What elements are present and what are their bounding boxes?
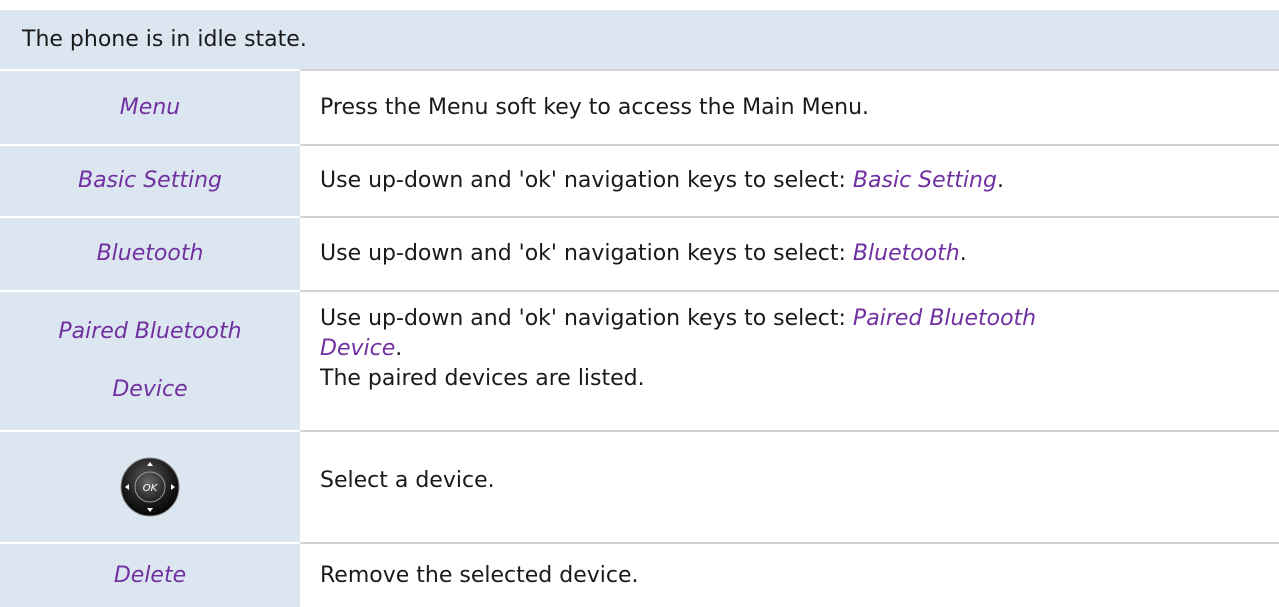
step-key-label: Paired Bluetooth Device bbox=[58, 303, 241, 419]
step-description: Select a device. bbox=[320, 468, 495, 493]
step-key-cell: Paired Bluetooth Device bbox=[0, 290, 300, 430]
step-description-text: Use up-down and 'ok' navigation keys to … bbox=[320, 168, 853, 193]
step-description-text: Use up-down and 'ok' navigation keys to … bbox=[320, 306, 853, 331]
step-description-cell: Select a device. bbox=[300, 430, 1279, 542]
step-description: Use up-down and 'ok' navigation keys to … bbox=[320, 166, 1279, 196]
step-key-cell: Delete bbox=[0, 542, 300, 607]
step-description-cell: Use up-down and 'ok' navigation keys to … bbox=[300, 216, 1279, 290]
step-description-suffix: . bbox=[395, 336, 403, 361]
step-keyword: Bluetooth bbox=[852, 241, 960, 266]
step-description-cell: Use up-down and 'ok' navigation keys to … bbox=[300, 290, 1279, 430]
step-description: Press the Menu soft key to access the Ma… bbox=[320, 94, 870, 120]
table-row: Basic Setting Use up-down and 'ok' navig… bbox=[0, 144, 1279, 216]
ok-navigation-key-icon: OK bbox=[120, 457, 180, 517]
step-key-label: Bluetooth bbox=[96, 241, 204, 266]
table-row: Bluetooth Use up-down and 'ok' navigatio… bbox=[0, 216, 1279, 290]
step-key-cell: OK bbox=[0, 430, 300, 542]
step-keyword: Paired Bluetooth bbox=[852, 306, 1037, 331]
instruction-table: The phone is in idle state. Menu Press t… bbox=[0, 0, 1279, 607]
step-description-suffix: . bbox=[959, 241, 967, 266]
step-keyword: Basic Setting bbox=[852, 168, 997, 193]
step-description-text: Use up-down and 'ok' navigation keys to … bbox=[320, 241, 853, 266]
step-key-cell: Basic Setting bbox=[0, 144, 300, 216]
step-key-label: Delete bbox=[113, 562, 187, 588]
header-text: The phone is in idle state. bbox=[22, 27, 307, 52]
step-keyword: Device bbox=[320, 336, 396, 361]
step-description: Remove the selected device. bbox=[320, 562, 639, 588]
step-description: Use up-down and 'ok' navigation keys to … bbox=[320, 304, 1279, 334]
step-description-continued: Device. bbox=[320, 334, 1279, 364]
step-key-label-line2: Device bbox=[112, 377, 188, 402]
step-description-extra: The paired devices are listed. bbox=[320, 366, 645, 391]
table-row: Menu Press the Menu soft key to access t… bbox=[0, 69, 1279, 144]
step-key-label: Basic Setting bbox=[77, 168, 222, 193]
table-row: OK Select a device. bbox=[0, 430, 1279, 542]
table-row: Delete Remove the selected device. bbox=[0, 542, 1279, 607]
step-key-cell: Bluetooth bbox=[0, 216, 300, 290]
step-description-cell: Press the Menu soft key to access the Ma… bbox=[300, 69, 1279, 144]
table-header: The phone is in idle state. bbox=[0, 10, 1279, 69]
step-key-label: Menu bbox=[119, 94, 181, 120]
ok-key-label: OK bbox=[143, 483, 159, 494]
step-description-cell: Remove the selected device. bbox=[300, 542, 1279, 607]
step-description: Use up-down and 'ok' navigation keys to … bbox=[320, 239, 1279, 269]
step-key-cell: Menu bbox=[0, 69, 300, 144]
table-row: Paired Bluetooth Device Use up-down and … bbox=[0, 290, 1279, 430]
step-description-cell: Use up-down and 'ok' navigation keys to … bbox=[300, 144, 1279, 216]
step-description-suffix: . bbox=[996, 168, 1004, 193]
step-key-label-line1: Paired Bluetooth bbox=[58, 319, 242, 344]
